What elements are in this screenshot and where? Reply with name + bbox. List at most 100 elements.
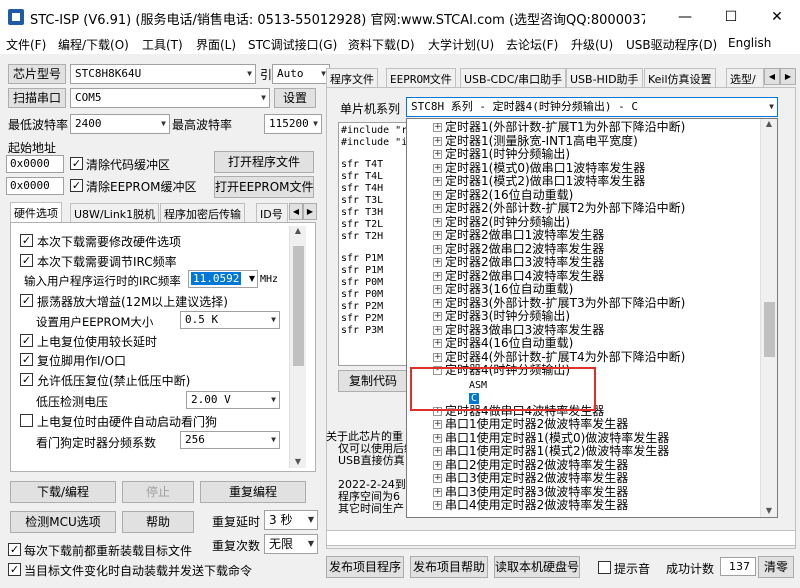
opt-osc-gain-checkbox[interactable]: ✓: [20, 294, 33, 307]
expand-icon[interactable]: +: [433, 420, 442, 429]
expand-icon[interactable]: +: [433, 123, 442, 132]
tree-item[interactable]: + 定时器2做串口3波特率发生器: [407, 256, 762, 270]
clear-count-button[interactable]: 清零: [758, 556, 794, 578]
expand-icon[interactable]: +: [433, 447, 442, 456]
menu-item[interactable]: 工具(T): [142, 36, 183, 53]
expand-icon[interactable]: +: [433, 325, 442, 335]
menu-item[interactable]: 界面(L): [196, 36, 236, 53]
opt-long-reset-delay-checkbox[interactable]: ✓: [20, 334, 33, 347]
low-voltage-select[interactable]: 2.00 V ▼: [186, 391, 280, 409]
expand-icon[interactable]: +: [433, 487, 442, 497]
clear-code-checkbox[interactable]: ✓: [70, 157, 83, 170]
prompt-sound-checkbox[interactable]: [598, 561, 611, 574]
mcu-series-select[interactable]: STC8H 系列 - 定时器4(时钟分频输出) - C ▼: [406, 97, 778, 117]
tree-item[interactable]: + 串口4使用定时器2做波特率发生器: [407, 499, 762, 513]
opt-low-voltage-reset-checkbox[interactable]: ✓: [20, 373, 33, 386]
watchdog-divider-select[interactable]: 256 ▼: [180, 431, 280, 449]
expand-icon[interactable]: +: [433, 258, 442, 267]
expand-icon[interactable]: +: [433, 217, 442, 227]
detect-mcu-button[interactable]: 检测MCU选项: [10, 511, 116, 533]
max-baud-select[interactable]: 115200 ▼: [264, 114, 322, 134]
minimize-button[interactable]: —: [662, 0, 708, 34]
expand-icon[interactable]: +: [433, 271, 442, 281]
example-tree-dropdown[interactable]: + 定时器1(外部计数-扩展T1为外部下降沿中断) + 定时器1(测量脉宽-INT1高…: [406, 118, 778, 518]
repeat-count-select[interactable]: 无限 ▼: [264, 534, 318, 554]
tab-u8w-offline[interactable]: U8W/Link1脱机: [70, 203, 160, 222]
tree-item[interactable]: + 定时器3做串口3波特率发生器: [407, 323, 762, 338]
expand-icon[interactable]: +: [433, 244, 442, 254]
expand-icon[interactable]: +: [433, 339, 442, 348]
stop-button[interactable]: 停止: [122, 481, 194, 503]
code-address-input[interactable]: 0x0000: [6, 155, 64, 173]
tree-item[interactable]: + 定时器3(16位自动重载): [407, 283, 762, 297]
menu-item[interactable]: STC调试接口(G): [248, 36, 337, 53]
menu-item[interactable]: 文件(F): [6, 36, 46, 53]
chip-model-label[interactable]: 芯片型号: [8, 64, 66, 84]
tree-item[interactable]: + 串口3使用定时器2做波特率发生器: [407, 472, 762, 486]
port-select[interactable]: COM5 ▼: [70, 88, 270, 108]
expand-icon[interactable]: +: [433, 298, 442, 308]
tree-item[interactable]: + 定时器2做串口4波特率发生器: [407, 269, 762, 284]
tree-item[interactable]: + 串口1使用定时器1(模式2)做波特率发生器: [407, 445, 762, 459]
irc-frequency-select[interactable]: 11.0592 ▼: [188, 270, 258, 288]
tree-item[interactable]: + 串口3使用定时器3做波特率发生器: [407, 485, 762, 500]
opt-adjust-irc-checkbox[interactable]: ✓: [20, 254, 33, 267]
tab-hardware-options[interactable]: 硬件选项: [10, 202, 62, 222]
eeprom-address-input[interactable]: 0x0000: [6, 177, 64, 195]
options-scrollbar[interactable]: ▲ ▼: [289, 226, 306, 468]
tab-selection[interactable]: 选型/: [726, 68, 764, 87]
scroll-up-icon[interactable]: ▲: [290, 226, 306, 235]
menu-item[interactable]: 大学计划(U): [428, 36, 494, 53]
scroll-down-icon[interactable]: ▼: [761, 506, 777, 515]
eeprom-size-select[interactable]: 0.5 K ▼: [180, 311, 280, 329]
reload-before-download-checkbox[interactable]: ✓: [8, 543, 21, 556]
tab-usb-hid[interactable]: USB-HID助手: [566, 68, 643, 87]
right-tab-scroll-right-icon[interactable]: ▶: [780, 68, 796, 85]
menu-item[interactable]: 资料下载(D): [348, 36, 415, 53]
expand-icon[interactable]: +: [433, 177, 442, 186]
tree-item[interactable]: + 串口2使用定时器2做波特率发生器: [407, 458, 762, 473]
tree-item[interactable]: + 定时器1(外部计数-扩展T1为外部下降沿中断): [407, 121, 762, 135]
expand-icon[interactable]: +: [433, 136, 442, 146]
tab-scroll-left-icon[interactable]: ◀: [289, 203, 303, 220]
publish-help-button[interactable]: 发布项目帮助: [410, 556, 488, 578]
settings-button[interactable]: 设置: [274, 88, 316, 108]
repeat-delay-select[interactable]: 3 秒 ▼: [264, 510, 318, 530]
menu-item[interactable]: 去论坛(F): [506, 36, 558, 53]
publish-project-button[interactable]: 发布项目程序: [326, 556, 404, 578]
expand-icon[interactable]: +: [433, 285, 442, 294]
close-button[interactable]: ✕: [754, 0, 800, 34]
expand-icon[interactable]: +: [433, 501, 442, 510]
tab-scroll-right-icon[interactable]: ▶: [303, 203, 317, 220]
expand-icon[interactable]: +: [433, 204, 442, 213]
tab-usb-cdc-serial[interactable]: USB-CDC/串口助手: [460, 68, 567, 87]
clear-eeprom-checkbox[interactable]: ✓: [70, 179, 83, 192]
expand-icon[interactable]: +: [433, 474, 442, 483]
tree-item[interactable]: + 定时器1(时钟分频输出): [407, 148, 762, 162]
repeat-program-button[interactable]: 重复编程: [200, 481, 306, 503]
tree-item[interactable]: + 定时器4(外部计数-扩展T4为外部下降沿中断): [407, 350, 762, 365]
min-baud-select[interactable]: 2400 ▼: [70, 114, 170, 134]
auto-load-checkbox[interactable]: ✓: [8, 563, 21, 576]
scroll-up-icon[interactable]: ▲: [761, 119, 777, 128]
open-eeprom-button[interactable]: 打开EEPROM文件: [214, 176, 314, 198]
tree-item[interactable]: + 定时器2做串口2波特率发生器: [407, 242, 762, 257]
expand-icon[interactable]: +: [433, 163, 442, 173]
expand-icon[interactable]: +: [433, 231, 442, 240]
pin-count-select[interactable]: Auto ▼: [272, 64, 330, 84]
tab-eeprom-file[interactable]: EEPROM文件: [386, 68, 456, 87]
maximize-button[interactable]: ☐: [708, 0, 754, 34]
tree-item[interactable]: + 串口1使用定时器2做波特率发生器: [407, 418, 762, 432]
help-button[interactable]: 帮助: [122, 511, 194, 533]
tab-encrypted-transfer[interactable]: 程序加密后传输: [160, 203, 245, 222]
tab-id-number[interactable]: ID号: [256, 203, 288, 222]
menu-item[interactable]: 编程/下载(O): [58, 36, 129, 53]
expand-icon[interactable]: +: [433, 460, 442, 470]
chip-model-select[interactable]: STC8H8K64U ▼: [70, 64, 256, 84]
tree-item[interactable]: + 定时器2(外部计数-扩展T2为外部下降沿中断): [407, 202, 762, 216]
download-program-button[interactable]: 下载/编程: [10, 481, 116, 503]
tab-program-file[interactable]: 程序文件: [326, 68, 378, 87]
expand-icon[interactable]: +: [433, 150, 442, 159]
tree-item[interactable]: + 定时器4(16位自动重载): [407, 337, 762, 351]
tree-item[interactable]: + 串口1使用定时器1(模式0)做波特率发生器: [407, 431, 762, 446]
